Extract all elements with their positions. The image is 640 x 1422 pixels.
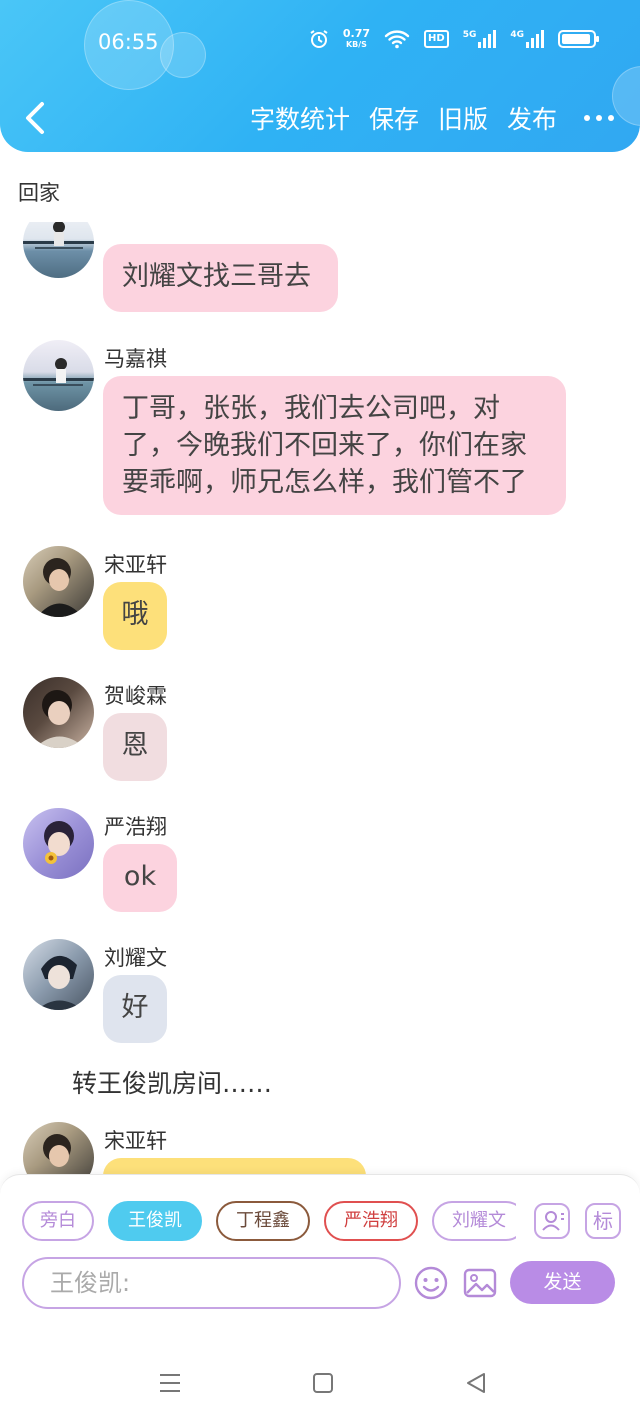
send-button[interactable]: 发送 (510, 1261, 615, 1304)
word-count-button[interactable]: 字数统计 (250, 100, 350, 136)
narration-text[interactable]: 转王俊凯房间…… (72, 1064, 272, 1100)
header-actions: 字数统计 保存 旧版 发布 (250, 100, 614, 136)
status-icons: 0.77 KB/S HD 5G 4G (309, 27, 599, 50)
sender-name: 宋亚轩 (104, 553, 167, 577)
message-bubble[interactable]: 丁哥，张张，我们去公司吧，对了，今晚我们不回来了，你们在家要乖啊，师兄怎么样，我… (103, 376, 566, 515)
message-bubble[interactable]: 恩 (103, 713, 167, 781)
image-icon[interactable] (462, 1265, 498, 1301)
old-version-button[interactable]: 旧版 (438, 100, 488, 136)
sender-name: 刘耀文 (104, 946, 167, 970)
sender-name: 马嘉祺 (104, 347, 167, 371)
role-chip[interactable]: 严浩翔 (324, 1201, 418, 1241)
battery-icon (558, 30, 599, 48)
hd-icon: HD (424, 30, 449, 48)
back-arrow-icon[interactable] (20, 98, 50, 138)
message-input[interactable]: 王俊凯: (22, 1257, 401, 1309)
publish-button[interactable]: 发布 (507, 100, 557, 136)
role-chip[interactable]: 刘耀文 (432, 1201, 516, 1241)
avatar[interactable] (23, 1122, 94, 1176)
alarm-icon (310, 30, 328, 48)
signal-5g-icon: 5G (463, 30, 497, 48)
avatar[interactable] (23, 340, 94, 411)
room-title: 回家 (18, 181, 60, 205)
composer-panel: 旁白 王俊凯 丁程鑫 严浩翔 刘耀文 标 王俊凯: 发送 (0, 1174, 640, 1344)
avatar[interactable] (23, 222, 94, 278)
sender-name: 严浩翔 (104, 815, 167, 839)
home-icon[interactable] (312, 1372, 334, 1394)
tag-button[interactable]: 标 (585, 1203, 621, 1239)
message-bubble[interactable]: ok (103, 844, 177, 912)
role-chips: 旁白 王俊凯 丁程鑫 严浩翔 刘耀文 (22, 1201, 516, 1241)
decor-bubble (612, 66, 640, 126)
message-bubble[interactable]: 刘耀文找三哥去 (103, 244, 338, 312)
avatar[interactable] (23, 546, 94, 617)
back-icon[interactable] (464, 1371, 488, 1395)
decor-bubble (160, 32, 206, 78)
net-speed: 0.77 KB/S (342, 27, 371, 49)
chat-list[interactable]: 刘耀文找三哥去 马嘉祺 丁哥，张张，我们去公司吧，对了，今晚我们不回来了，你们在… (0, 222, 640, 1176)
message-bubble[interactable]: 好 (103, 975, 167, 1043)
signal-4g-icon: 4G (510, 30, 544, 48)
avatar[interactable] (23, 939, 94, 1010)
system-nav-bar (0, 1344, 640, 1422)
menu-icon[interactable] (158, 1371, 182, 1395)
avatar[interactable] (23, 808, 94, 879)
message-bubble[interactable]: 哦 (103, 582, 167, 650)
wifi-icon (384, 30, 410, 49)
status-time: 06:55 (98, 30, 159, 54)
save-button[interactable]: 保存 (369, 100, 419, 136)
emoji-icon[interactable] (413, 1265, 449, 1301)
sender-name: 贺峻霖 (104, 684, 167, 708)
role-chip-selected[interactable]: 王俊凯 (108, 1201, 202, 1241)
sender-name: 宋亚轩 (104, 1129, 167, 1153)
role-chip-narrator[interactable]: 旁白 (22, 1201, 94, 1241)
role-chip[interactable]: 丁程鑫 (216, 1201, 310, 1241)
avatar[interactable] (23, 677, 94, 748)
top-header: 06:55 0.77 KB/S HD 5G 4G 字数统计 保存 旧版 发布 (0, 0, 640, 152)
contact-card-icon[interactable] (534, 1203, 570, 1239)
more-options-icon[interactable] (584, 115, 614, 121)
